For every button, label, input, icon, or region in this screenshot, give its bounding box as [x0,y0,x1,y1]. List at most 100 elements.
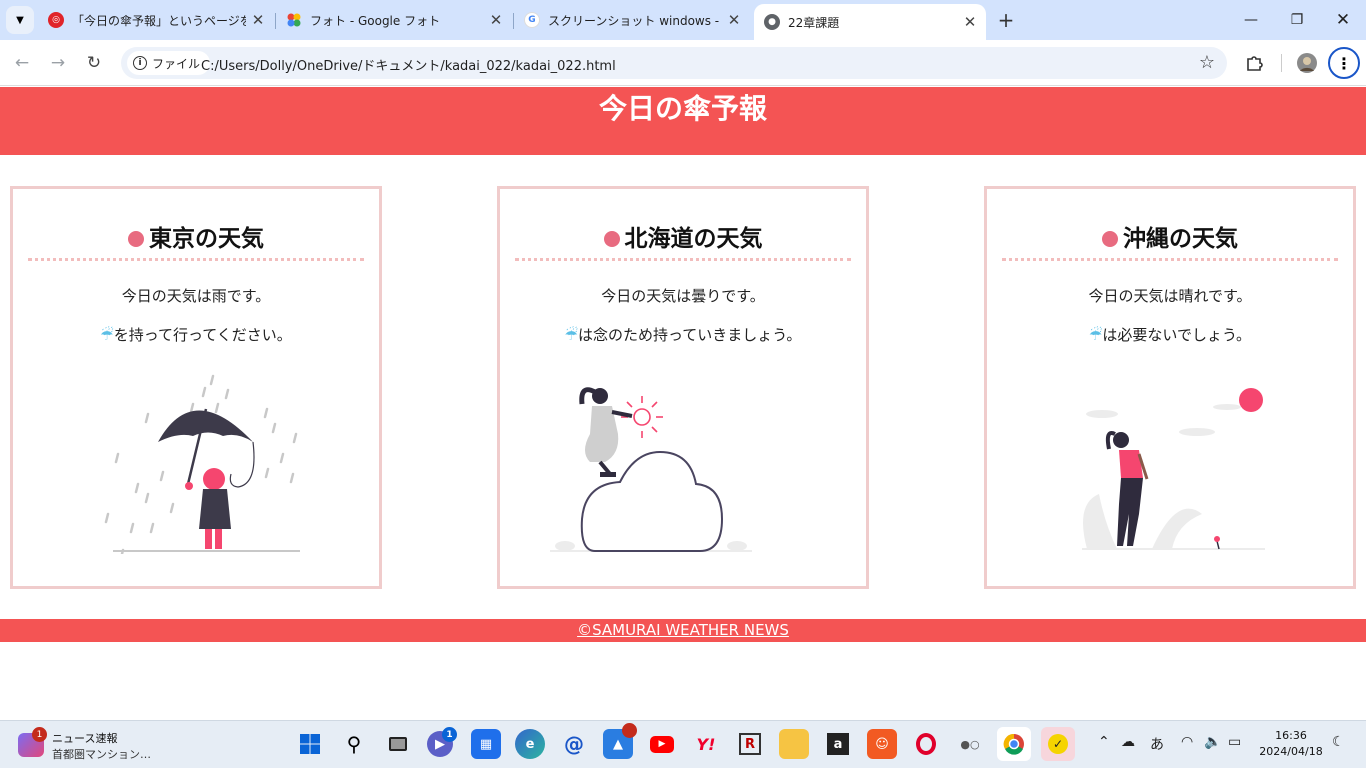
dot-icon [1102,231,1118,247]
tab-1[interactable]: ◎ 「今日の傘予報」というページを作成 ✕ [38,6,274,34]
plus-icon: + [997,8,1015,32]
weather-card-hokkaido: 北海道の天気 今日の天気は曇りです。 ☔は念のため持っていきましょう。 [497,186,869,589]
card-title: 北海道の天気 [515,223,851,261]
cloud-icon[interactable]: ☁ [1121,734,1135,750]
browser-toolbar: ← → ↻ i ファイル C:/Users/Dolly/OneDrive/ドキュ… [0,40,1366,86]
close-icon[interactable]: ✕ [962,13,978,31]
checklist-icon[interactable]: ✓ [1041,727,1075,761]
address-bar[interactable]: i ファイル C:/Users/Dolly/OneDrive/ドキュメント/ka… [121,47,1227,79]
footer-link[interactable]: ©SAMURAI WEATHER NEWS [577,621,789,639]
app-icon[interactable]: ☺ [867,729,897,759]
reload-icon: ↻ [86,53,102,73]
date: 2024/04/18 [1259,745,1323,758]
app2-icon[interactable]: ●○ [955,729,985,759]
rakuten-icon[interactable]: R [735,729,765,759]
restore-button[interactable]: ❐ [1274,0,1320,40]
close-icon: ✕ [1335,10,1351,30]
chevron-down-icon: ▼ [16,14,24,26]
tab-title: フォト - Google フォト [310,13,441,28]
yahoo-icon[interactable]: Y! [691,729,721,759]
back-button[interactable]: ← [10,51,34,75]
puzzle-icon [1247,56,1263,71]
umbrella-icon: ☔ [100,326,114,344]
tab-title: スクリーンショット windows - Goog [548,13,722,28]
store-icon[interactable]: ▦ [471,729,501,759]
volume-icon[interactable]: 🔈 [1204,734,1221,750]
umbrella-advice: ☔を持って行ってください。 [100,326,292,344]
news-subtitle: 首都圏マンション… [52,748,151,761]
umbrella-icon: ☔ [564,326,579,344]
more-vert-icon: ⋮ [1336,53,1352,73]
sunny-illustration [1082,388,1265,550]
task-view-icon[interactable] [383,729,413,759]
page-header: 今日の傘予報 [0,87,1366,155]
globe-icon: ● [764,14,780,30]
time: 16:36 [1275,729,1307,742]
weather-line: 今日の天気は雨です。 [121,287,271,305]
search-icon[interactable]: ⚲ [339,729,369,759]
umbrella-advice: ☔は必要ないでしょう。 [1088,326,1252,344]
new-tab-button[interactable]: + [994,8,1018,32]
tab-title: 22章課題 [788,15,840,30]
extensions-button[interactable] [1241,50,1267,76]
app-icon: ◎ [48,12,64,28]
arrow-right-icon: → [50,53,66,73]
url-text[interactable]: C:/Users/Dolly/OneDrive/ドキュメント/kadai_022… [201,55,616,74]
close-icon[interactable]: ✕ [250,11,266,29]
dot-icon [128,231,144,247]
google-icon: G [524,12,540,28]
card-title: 東京の天気 [28,223,364,261]
bookmark-star-icon[interactable]: ☆ [1199,52,1215,73]
profile-avatar[interactable] [1294,50,1320,76]
info-icon: i [133,56,147,70]
tab-3[interactable]: G スクリーンショット windows - Goog ✕ [514,6,750,34]
forward-button[interactable]: → [46,51,70,75]
menu-button[interactable]: ⋮ [1328,47,1360,79]
card-title: 沖縄の天気 [1002,223,1338,261]
ime-indicator[interactable]: あ [1150,734,1164,754]
mail-icon[interactable]: @ [559,729,589,759]
start-icon[interactable] [295,729,325,759]
chip-label: ファイル [152,56,201,71]
weather-card-tokyo: 東京の天気 今日の天気は雨です。 ☔を持って行ってください。 [10,186,382,589]
news-title: ニュース速報 [52,732,118,745]
clock[interactable]: 16:36 2024/04/18 [1258,728,1324,760]
news-widget[interactable]: 1 ニュース速報 首都圏マンション… [18,727,168,763]
google-photos-icon [286,12,302,28]
web-page: 今日の傘予報 東京の天気 今日の天気は雨です。 ☔を持って行ってください。 北海… [0,87,1366,720]
page-footer: ©SAMURAI WEATHER NEWS [0,619,1366,642]
tab-strip: ▼ ◎ 「今日の傘予報」というページを作成 ✕ フォト - Google フォト… [0,0,1366,40]
close-window-button[interactable]: ✕ [1320,0,1366,40]
tab-4-active[interactable]: ● 22章課題 ✕ [754,4,986,40]
reload-button[interactable]: ↻ [82,51,106,75]
battery-icon[interactable]: ▭ [1228,734,1241,750]
moon-icon[interactable]: ☾ [1332,734,1345,750]
close-icon[interactable]: ✕ [488,11,504,29]
tab-2[interactable]: フォト - Google フォト ✕ [276,6,512,34]
minimize-icon: — [1244,12,1258,28]
avatar-icon [1297,53,1317,73]
arrow-left-icon: ← [14,53,30,73]
dot-icon [603,231,620,247]
rain-illustration [104,374,300,554]
weather-card-okinawa: 沖縄の天気 今日の天気は晴れです。 ☔は必要ないでしょう。 [984,186,1356,589]
close-icon[interactable]: ✕ [726,11,742,29]
chrome-icon[interactable] [997,727,1031,761]
explorer-icon[interactable] [779,729,809,759]
minimize-button[interactable]: — [1228,0,1274,40]
edge-icon[interactable]: e [515,729,545,759]
tab-title: 「今日の傘予報」というページを作成 [72,13,246,28]
amazon-icon[interactable]: a [823,729,853,759]
chevron-up-icon[interactable]: ⌃ [1098,734,1110,750]
page-title: 今日の傘予報 [598,92,767,125]
tab-search-button[interactable]: ▼ [6,6,34,34]
weather-line: 今日の天気は曇りです。 [601,287,765,305]
site-info-chip[interactable]: i ファイル [127,51,211,75]
wifi-icon[interactable]: ◠ [1181,734,1193,750]
photos-icon[interactable]: ▲ [603,723,637,759]
teams-icon[interactable]: ▶ 1 [427,727,457,757]
youtube-icon[interactable]: ▶ [647,729,677,759]
news-badge: 1 [32,727,47,742]
cloudy-illustration [550,387,752,552]
opera-icon[interactable] [911,729,941,759]
